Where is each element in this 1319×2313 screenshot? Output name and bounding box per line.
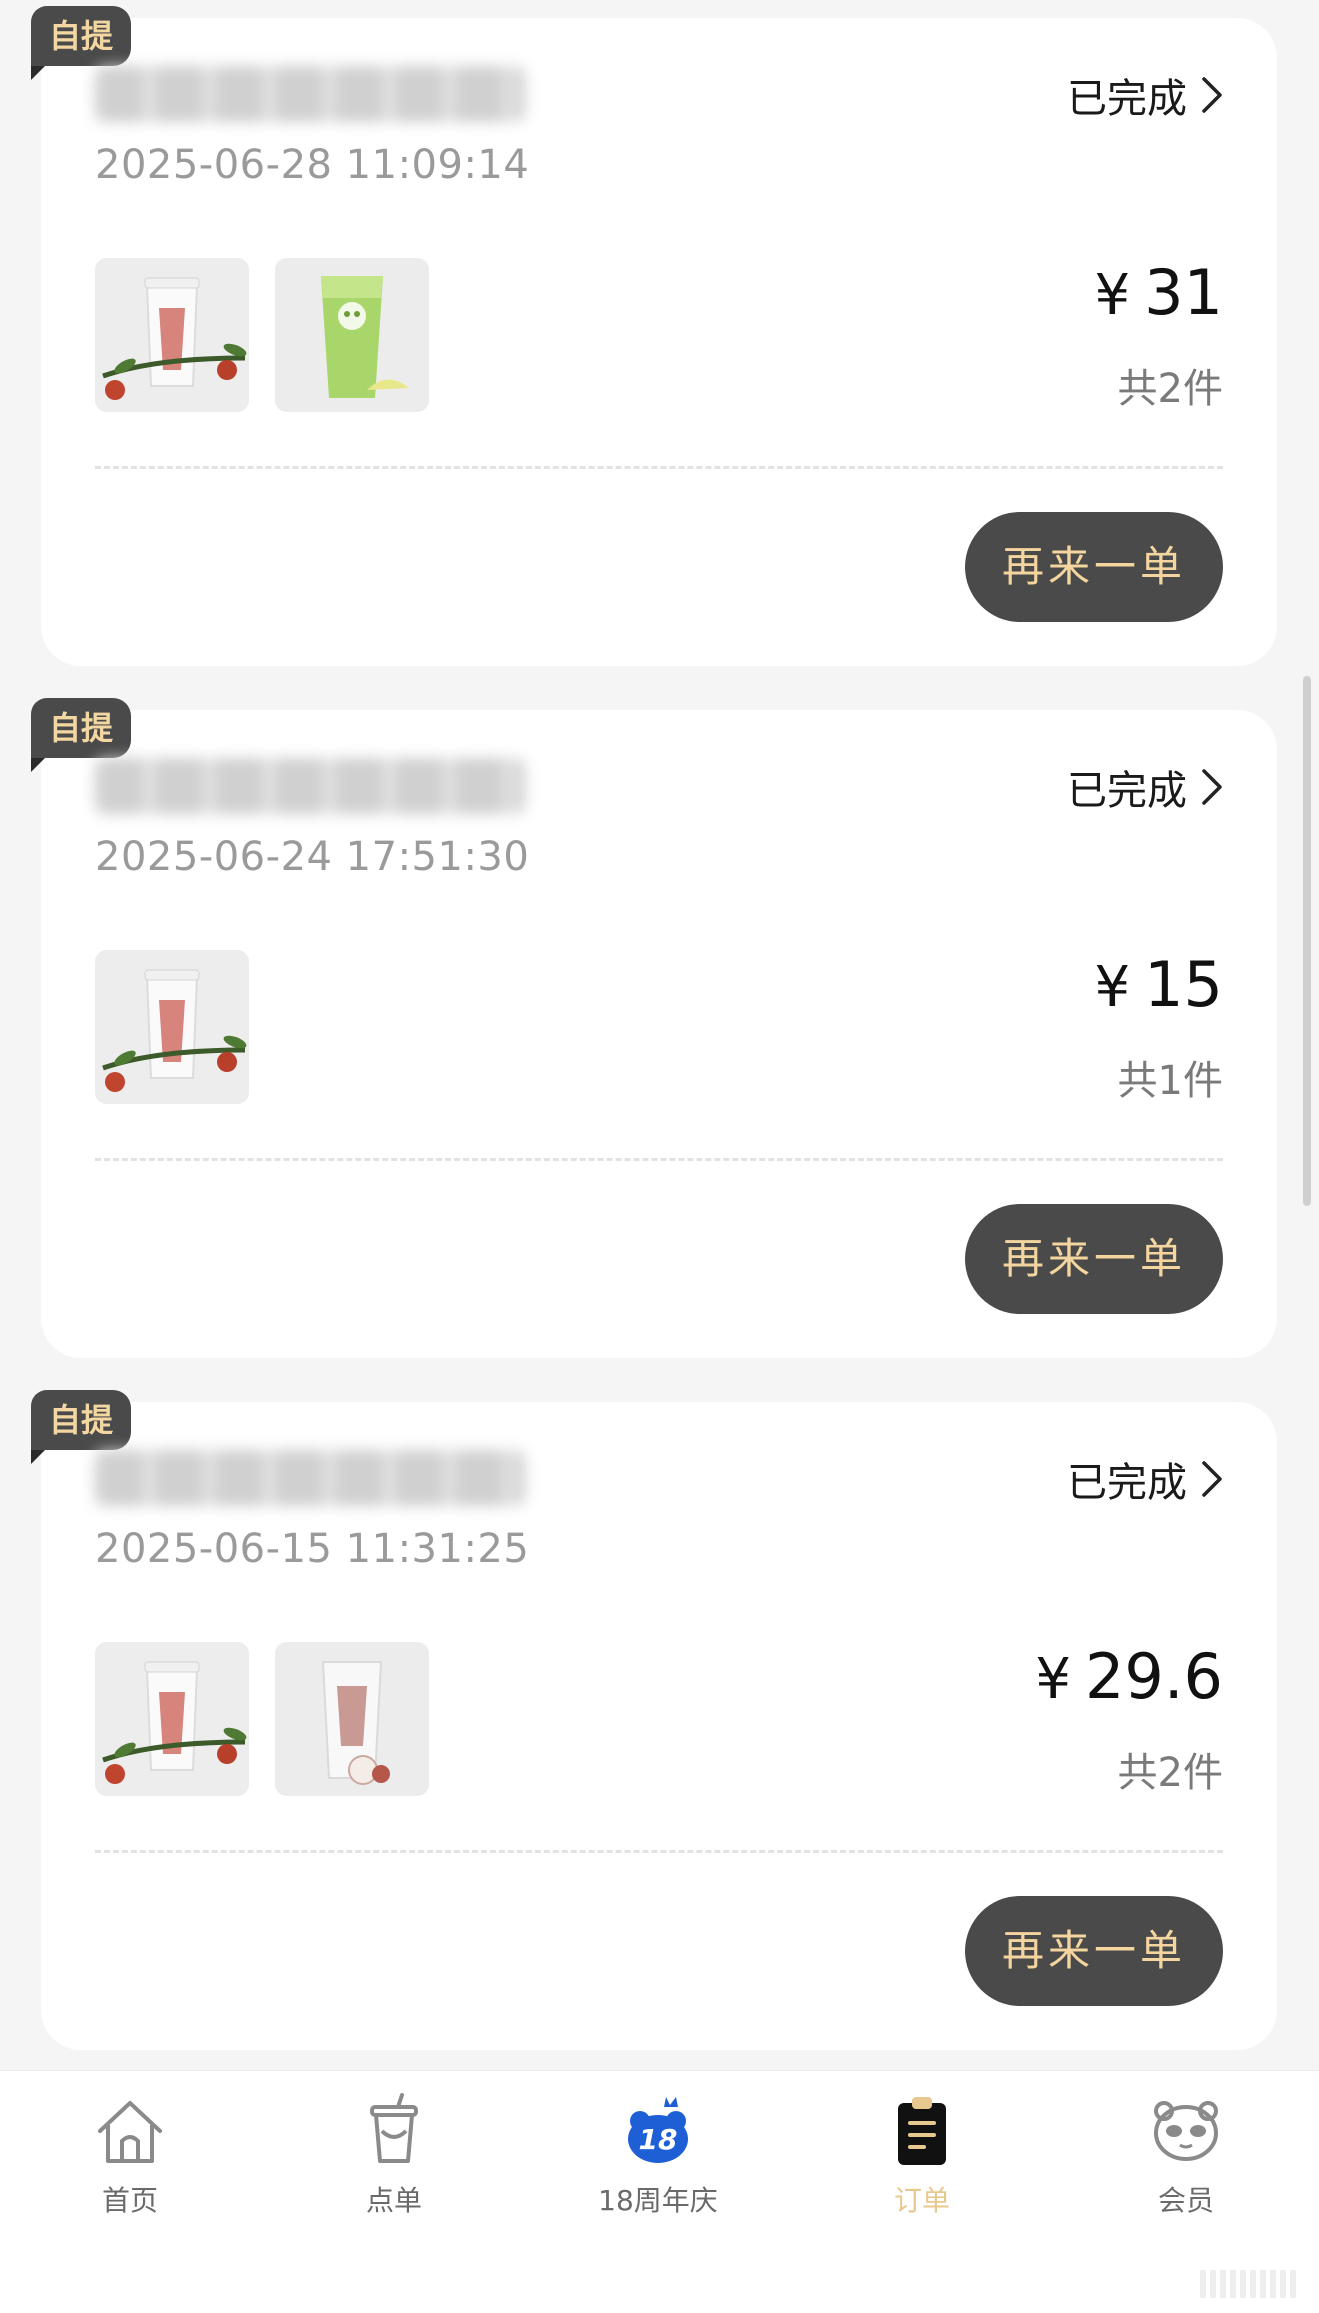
- tab-orders[interactable]: 订单: [812, 2091, 1032, 2241]
- order-time: 2025-06-15 11:31:25: [95, 1526, 530, 1572]
- order-price: ¥ 15: [1094, 948, 1223, 1021]
- home-indicator: [1200, 2270, 1296, 2298]
- item-count: 共1件: [1117, 1058, 1223, 1104]
- order-price: ¥ 31: [1094, 256, 1223, 329]
- cup-icon: [370, 2093, 418, 2163]
- reorder-button[interactable]: 再来一单: [965, 1896, 1223, 2006]
- pickup-tag: 自提: [31, 1390, 131, 1464]
- dashed-divider: [95, 1850, 1223, 1853]
- order-status-link[interactable]: 已完成: [1067, 758, 1223, 816]
- chevron-right-icon: [1202, 769, 1222, 805]
- tab-order-menu[interactable]: 点单: [284, 2091, 504, 2241]
- order-status-label: 已完成: [1067, 76, 1187, 122]
- tab-label: 点单: [365, 2184, 422, 2217]
- product-thumbnails: [95, 950, 249, 1104]
- order-time: 2025-06-24 17:51:30: [95, 834, 530, 880]
- product-thumbnails: [95, 258, 429, 412]
- product-thumbnails: [95, 1642, 429, 1796]
- currency-symbol: ¥: [1094, 955, 1131, 1020]
- anniversary-icon: 18: [628, 2097, 688, 2163]
- svg-text:18: 18: [639, 2123, 678, 2156]
- pickup-tag: 自提: [31, 6, 131, 80]
- reorder-button[interactable]: 再来一单: [965, 512, 1223, 622]
- store-name-blurred: [95, 1450, 525, 1506]
- order-amount: 29.6: [1084, 1640, 1223, 1713]
- bottom-tab-bar: 首页 点单 18 18周年庆 订单 会员: [0, 2070, 1319, 2313]
- home-icon: [98, 2101, 162, 2163]
- order-card[interactable]: 自提 2025-06-24 17:51:30 已完成 ¥ 15 共1件 再来一单: [31, 698, 1277, 1358]
- tab-anniversary[interactable]: 18 18周年庆: [548, 2091, 768, 2241]
- product-image-fruit-tea-cup: [95, 950, 249, 1104]
- dashed-divider: [95, 1158, 1223, 1161]
- product-image-green-lime-tea: [275, 258, 429, 412]
- order-time: 2025-06-28 11:09:14: [95, 142, 530, 188]
- tab-label: 首页: [101, 2184, 158, 2217]
- product-image-lychee-milk-tea: [275, 1642, 429, 1796]
- order-status-link[interactable]: 已完成: [1067, 1450, 1223, 1508]
- currency-symbol: ¥: [1094, 263, 1131, 328]
- reorder-button[interactable]: 再来一单: [965, 1204, 1223, 1314]
- tab-label: 订单: [893, 2184, 950, 2217]
- order-card[interactable]: 自提 2025-06-15 11:31:25 已完成 ¥ 29.6 共2件 再来…: [31, 1390, 1277, 2050]
- product-image-fruit-tea-cup: [95, 258, 249, 412]
- product-image-fruit-tea-cup: [95, 1642, 249, 1796]
- order-card[interactable]: 自提 2025-06-28 11:09:14 已完成 ¥ 31 共2件 再来一单: [31, 6, 1277, 666]
- item-count: 共2件: [1117, 1750, 1223, 1796]
- currency-symbol: ¥: [1035, 1647, 1071, 1712]
- pickup-tag: 自提: [31, 698, 131, 772]
- order-status-link[interactable]: 已完成: [1067, 66, 1223, 124]
- order-amount: 31: [1144, 256, 1223, 329]
- tab-home[interactable]: 首页: [20, 2091, 240, 2241]
- dashed-divider: [95, 466, 1223, 469]
- tab-label: 会员: [1157, 2184, 1214, 2217]
- order-price: ¥ 29.6: [1035, 1640, 1223, 1713]
- order-status-label: 已完成: [1067, 768, 1187, 814]
- item-count: 共2件: [1117, 366, 1223, 412]
- tab-member[interactable]: 会员: [1076, 2091, 1296, 2241]
- scrollbar[interactable]: [1303, 676, 1311, 1206]
- chevron-right-icon: [1202, 77, 1222, 113]
- panda-icon: [1154, 2101, 1218, 2161]
- chevron-right-icon: [1202, 1461, 1222, 1497]
- order-amount: 15: [1144, 948, 1223, 1021]
- order-status-label: 已完成: [1067, 1460, 1187, 1506]
- store-name-blurred: [95, 66, 525, 122]
- store-name-blurred: [95, 758, 525, 814]
- clipboard-icon: [898, 2097, 946, 2165]
- tab-label: 18周年庆: [598, 2184, 718, 2217]
